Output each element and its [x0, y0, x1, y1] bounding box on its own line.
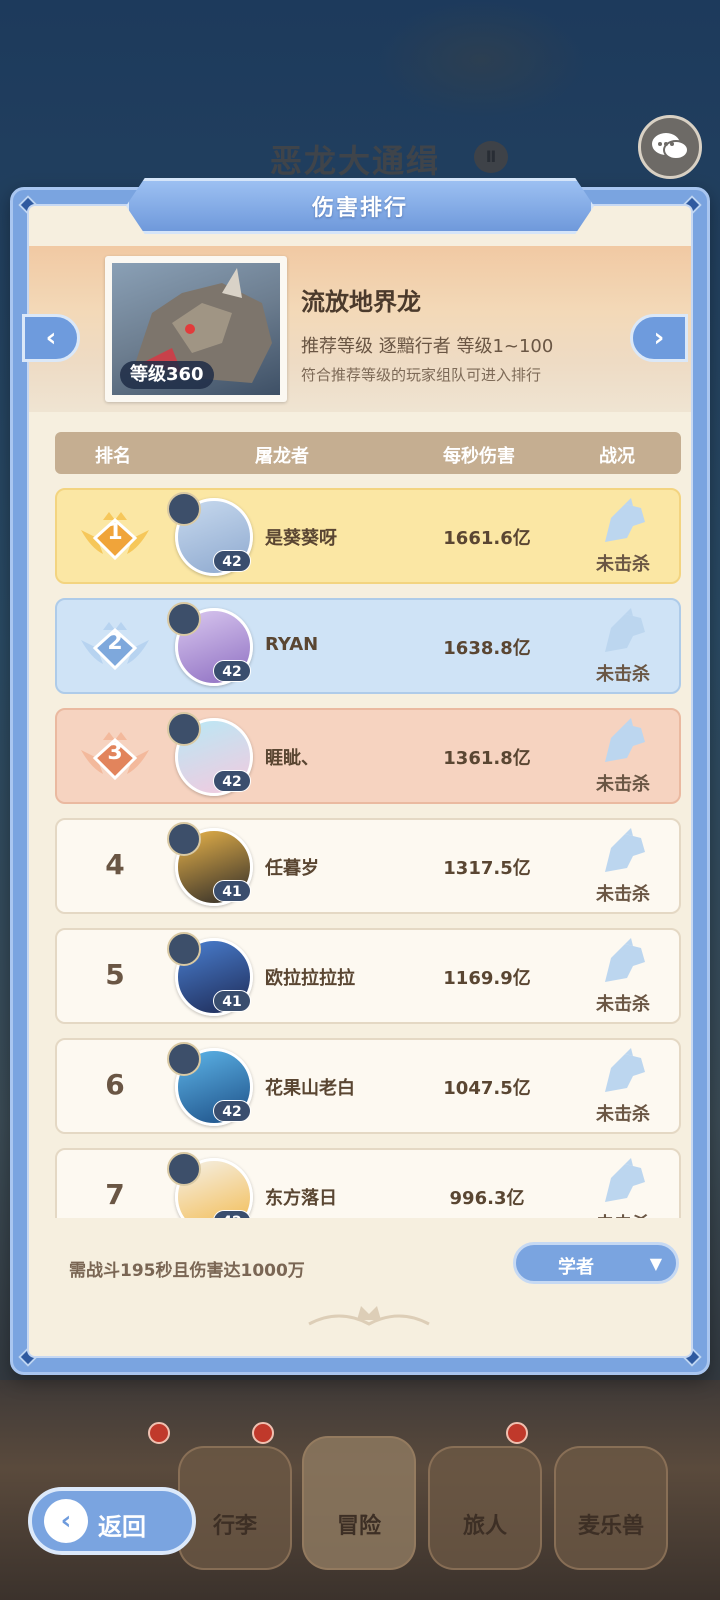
player-level: 42	[213, 660, 251, 682]
class-dropdown-value: 学者	[558, 1257, 594, 1278]
nav-label-adventure: 冒险	[336, 1514, 381, 1539]
header-status: 战况	[599, 446, 635, 467]
table-row[interactable]: 1 42 是葵葵呀 1661.6亿 未击杀	[55, 488, 681, 584]
kill-status: 未击杀	[596, 774, 650, 795]
dragon-head-icon	[605, 1158, 645, 1202]
chevron-right-icon: ›	[653, 323, 665, 353]
header-dps: 每秒伤害	[443, 446, 515, 467]
background-badge: Ⅱ	[474, 141, 508, 173]
dragon-head-icon	[605, 938, 645, 982]
chat-icon	[652, 133, 689, 160]
nav-item-adventure[interactable]	[302, 1436, 416, 1570]
kill-status: 未击杀	[596, 554, 650, 575]
chevron-left-icon: ‹	[45, 323, 57, 353]
dragon-head-icon	[605, 1048, 645, 1092]
rank-badge-icon	[167, 602, 201, 636]
player-level: 42	[213, 1210, 251, 1218]
header-player: 屠龙者	[255, 446, 309, 467]
table-row[interactable]: 6 42 花果山老白 1047.5亿 未击杀	[55, 1038, 681, 1134]
rank-badge-icon	[167, 712, 201, 746]
player-name: RYAN	[265, 634, 319, 655]
rank-badge-icon	[167, 932, 201, 966]
damage-per-second: 1317.5亿	[443, 858, 531, 879]
notification-dot	[252, 1422, 274, 1444]
rank-number: 6	[105, 1068, 125, 1101]
prev-boss-button[interactable]: ‹	[22, 314, 80, 362]
kill-status: 未击杀	[577, 1210, 669, 1218]
dragon-head-icon	[605, 718, 645, 762]
dropdown-caret-icon: ▼	[649, 1254, 662, 1273]
boss-level-badge: 等级360	[120, 361, 214, 389]
player-name: 是葵葵呀	[265, 528, 337, 549]
rank-number: 3	[107, 740, 123, 765]
dragon-image: 等级360	[112, 263, 280, 395]
table-header: 排名 屠龙者 每秒伤害 战况	[55, 432, 681, 474]
nav-label-traveler: 旅人	[462, 1514, 507, 1539]
damage-per-second: 996.3亿	[449, 1188, 525, 1209]
kill-status: 未击杀	[596, 994, 650, 1015]
boss-note: 符合推荐等级的玩家组队可进入排行	[301, 366, 542, 384]
dialog-body: 等级360 流放地界龙 推荐等级 逐黯行者 等级1~100 符合推荐等级的玩家组…	[27, 204, 693, 1358]
rank-number: 4	[105, 848, 125, 881]
rank-number: 5	[105, 958, 125, 991]
notification-dot	[148, 1422, 170, 1444]
table-row[interactable]: 5 41 欧拉拉拉拉 1169.9亿 未击杀	[55, 928, 681, 1024]
boss-name: 流放地界龙	[301, 288, 421, 316]
rank-number: 7	[105, 1178, 125, 1211]
damage-per-second: 1661.6亿	[443, 528, 531, 549]
player-level: 42	[213, 770, 251, 792]
table-row[interactable]: 4 41 任暮岁 1317.5亿 未击杀	[55, 818, 681, 914]
footer-ornament	[308, 1306, 430, 1326]
background-figure	[376, 0, 586, 120]
dragon-head-icon	[605, 498, 645, 542]
damage-ranking-dialog: 等级360 流放地界龙 推荐等级 逐黯行者 等级1~100 符合推荐等级的玩家组…	[10, 187, 710, 1375]
dialog-title: 伤害排行	[126, 178, 594, 234]
rank-number: 2	[107, 630, 123, 655]
dragon-head-icon	[605, 608, 645, 652]
rank-badge-icon	[167, 1152, 201, 1186]
kill-status: 未击杀	[596, 664, 650, 685]
next-boss-button[interactable]: ›	[630, 314, 688, 362]
player-level: 42	[213, 550, 251, 572]
back-label: 返回	[98, 1513, 146, 1541]
rank-number: 1	[107, 520, 123, 545]
table-row[interactable]: 3 42 睚眦、 1361.8亿 未击杀	[55, 708, 681, 804]
back-button[interactable]: ‹ 返回	[28, 1487, 196, 1555]
table-row[interactable]: 7 42 东方落日 996.3亿 未击杀	[55, 1148, 681, 1218]
kill-status: 未击杀	[596, 1104, 650, 1125]
kill-status: 未击杀	[596, 884, 650, 905]
rank-badge-icon	[167, 1042, 201, 1076]
nav-label-mylebeast: 麦乐兽	[577, 1514, 644, 1539]
damage-per-second: 1638.8亿	[443, 638, 531, 659]
player-level: 42	[213, 1100, 251, 1122]
table-row[interactable]: 2 42 RYAN 1638.8亿 未击杀	[55, 598, 681, 694]
ranking-list[interactable]: 1 42 是葵葵呀 1661.6亿 未击杀 2 42 RYAN 1638.8亿 …	[55, 488, 681, 1218]
damage-per-second: 1361.8亿	[443, 748, 531, 769]
rank-badge-icon	[167, 492, 201, 526]
requirement-note: 需战斗195秒且伤害达1000万	[69, 1261, 305, 1281]
player-level: 41	[213, 990, 251, 1012]
boss-recommend: 推荐等级 逐黯行者 等级1~100	[301, 336, 554, 357]
background-title: 恶龙大通缉	[270, 142, 441, 180]
player-name: 任暮岁	[265, 858, 319, 879]
player-name: 睚眦、	[265, 748, 319, 769]
back-arrow-icon: ‹	[44, 1499, 88, 1543]
damage-per-second: 1169.9亿	[443, 968, 531, 989]
chat-button[interactable]	[638, 115, 702, 179]
boss-portrait: 等级360	[105, 256, 287, 402]
player-name: 东方落日	[265, 1188, 337, 1209]
player-name: 欧拉拉拉拉	[265, 968, 355, 989]
player-level: 41	[213, 880, 251, 902]
damage-per-second: 1047.5亿	[443, 1078, 531, 1099]
class-dropdown[interactable]: 学者 ▼	[513, 1242, 679, 1284]
notification-dot	[506, 1422, 528, 1444]
player-name: 花果山老白	[265, 1078, 355, 1099]
rank-badge-icon	[167, 822, 201, 856]
dragon-head-icon	[605, 828, 645, 872]
header-rank: 排名	[95, 446, 131, 467]
